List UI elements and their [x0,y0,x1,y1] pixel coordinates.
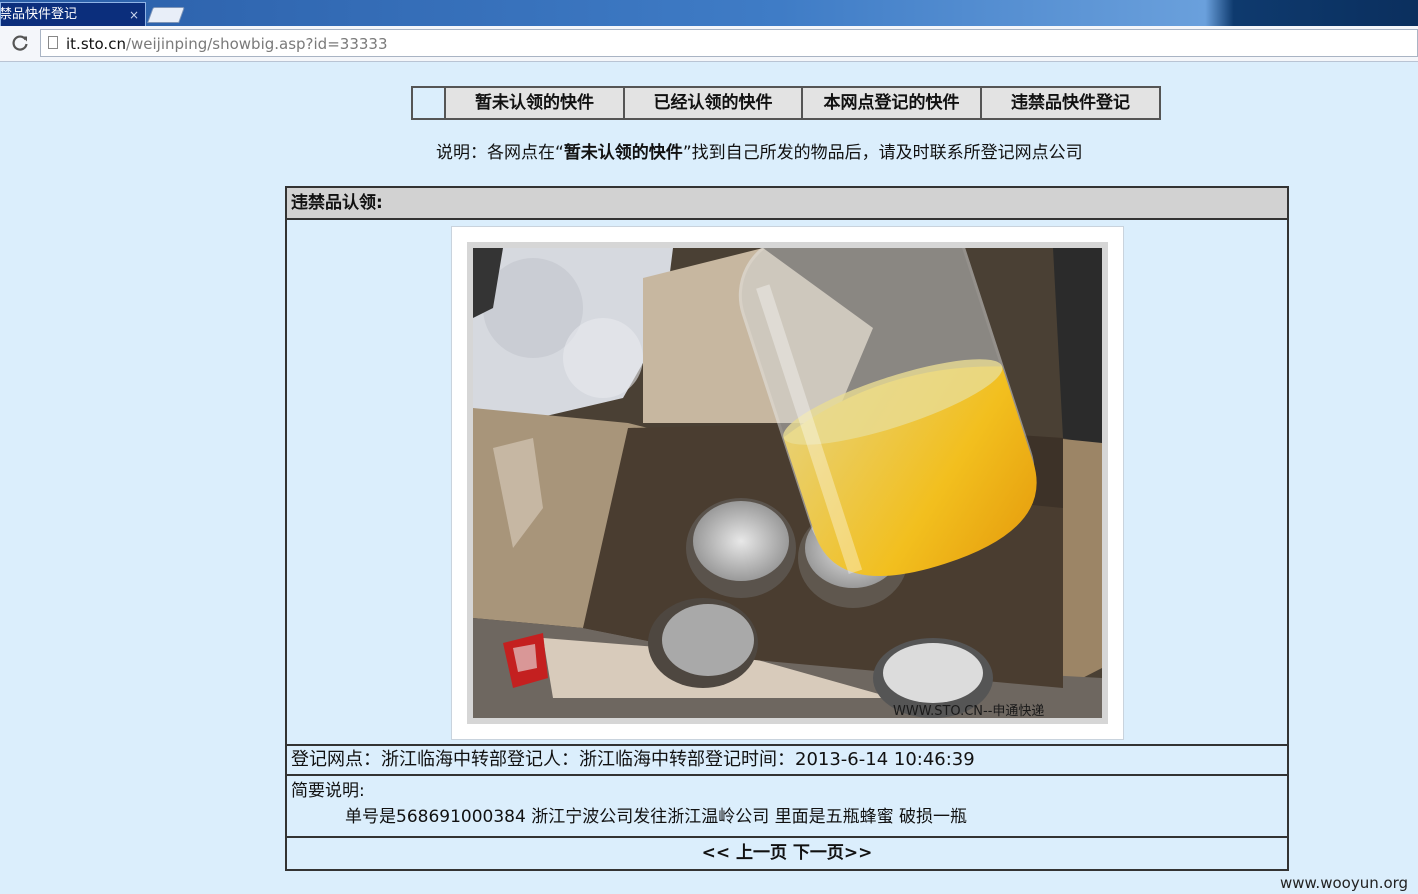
url-text[interactable]: it.sto.cn/weijinping/showbig.asp?id=3333… [66,35,388,53]
photo-border: WWW.STO.CN--申通快递 [467,242,1108,724]
notice-text: 说明：各网点在“暂未认领的快件”找到自己所发的物品后，请及时联系所登记网点公司 [436,142,1083,164]
prev-page-link[interactable]: << 上一页 [702,843,787,863]
parcel-photo[interactable]: WWW.STO.CN--申通快递 [473,248,1102,718]
notice-suffix: ”找到自己所发的物品后，请及时联系所登记网点公司 [682,143,1083,163]
nav-unclaimed[interactable]: 暂未认领的快件 [446,88,625,118]
browser-titlebar: 禁品快件登记 × [0,0,1418,26]
new-tab-button[interactable] [147,7,185,23]
notice-highlight: 暂未认领的快件 [563,143,683,163]
photo-frame: WWW.STO.CN--申通快递 [451,226,1124,740]
description-row: 简要说明: 单号是568691000384 浙江宁波公司发往浙江温岭公司 里面是… [287,776,1287,838]
nav-blank-cell [413,88,446,118]
url-domain: it.sto.cn [66,35,126,53]
reload-icon[interactable] [10,34,30,54]
pager: << 上一页 下一页>> [287,838,1287,869]
description-text: 单号是568691000384 浙江宁波公司发往浙江温岭公司 里面是五瓶蜂蜜 破… [345,807,968,827]
url-path: /weijinping/showbig.asp?id=33333 [125,35,388,53]
nav-menu: 暂未认领的快件 已经认领的快件 本网点登记的快件 违禁品快件登记 [411,86,1161,120]
nav-contraband-register[interactable]: 违禁品快件登记 [982,88,1159,118]
tab-close-icon[interactable]: × [127,4,141,26]
page-icon [48,36,58,49]
photo-watermark: WWW.STO.CN--申通快递 [893,704,1045,718]
panel-header: 违禁品认领: [287,188,1287,220]
address-bar[interactable]: it.sto.cn/weijinping/showbig.asp?id=3333… [40,29,1418,57]
contraband-panel: 违禁品认领: WWW.STO.CN--申通快递 登记网点：浙江临海中转部登记人：… [285,186,1289,871]
tab-title: 禁品快件登记 [0,7,78,22]
registration-info: 登记网点：浙江临海中转部登记人：浙江临海中转部登记时间：2013-6-14 10… [287,744,1287,776]
description-label: 简要说明: [291,781,365,801]
notice-prefix: 说明：各网点在“ [436,143,564,163]
browser-toolbar: it.sto.cn/weijinping/showbig.asp?id=3333… [0,26,1418,62]
next-page-link[interactable]: 下一页>> [793,843,873,863]
nav-registered-here[interactable]: 本网点登记的快件 [803,88,982,118]
site-watermark: www.wooyun.org [1280,874,1409,892]
nav-claimed[interactable]: 已经认领的快件 [625,88,803,118]
browser-tab-active[interactable]: 禁品快件登记 × [0,2,146,26]
